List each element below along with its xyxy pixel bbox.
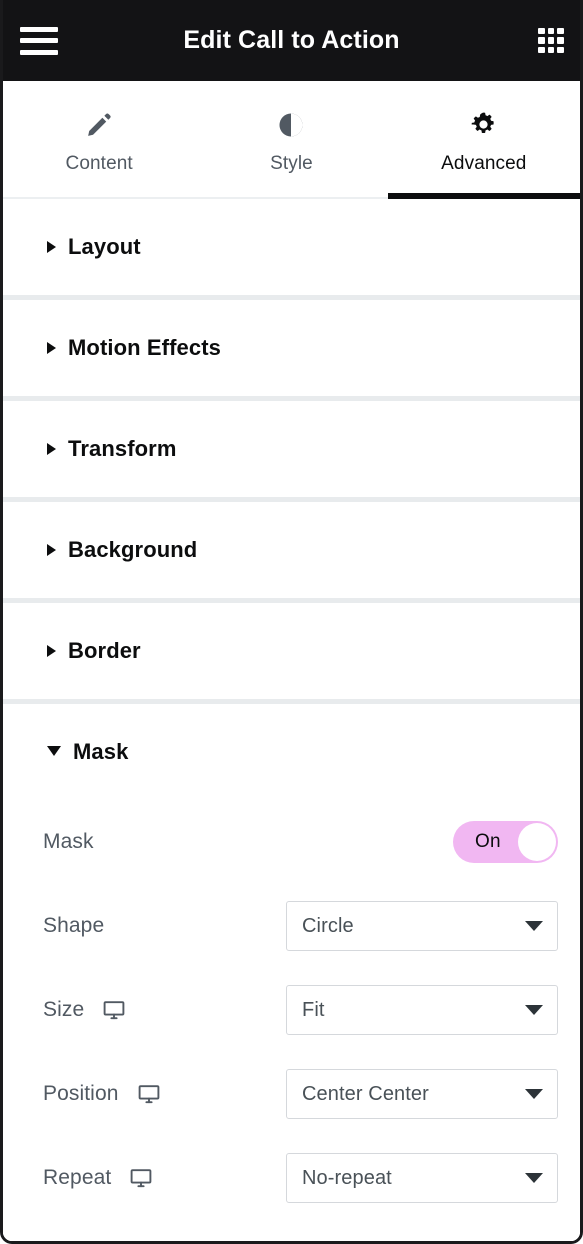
panel-header: Edit Call to Action [3,0,580,81]
control-row-shape: Shape Circle [43,884,558,968]
section-transform-header[interactable]: Transform [3,401,580,497]
size-select-value: Fit [302,998,325,1021]
repeat-select[interactable]: No-repeat [286,1153,558,1203]
switch-knob [518,823,556,861]
section-layout: Layout [3,199,580,300]
shape-select[interactable]: Circle [286,901,558,951]
control-row-size: Size Fit [43,968,558,1052]
position-label: Position [43,1082,119,1105]
control-label-wrap: Size [43,998,286,1022]
chevron-down-icon [525,921,543,931]
control-label-wrap: Shape [43,914,286,938]
shape-label: Shape [43,914,105,937]
chevron-right-icon [47,241,56,253]
desktop-icon[interactable] [102,998,126,1022]
chevron-right-icon [47,443,56,455]
mask-toggle-state: On [475,831,501,852]
section-motion-effects-title: Motion Effects [68,335,221,360]
chevron-right-icon [47,342,56,354]
tab-style[interactable]: Style [195,81,387,197]
gear-icon [469,110,498,140]
control-label-wrap: Position [43,1082,286,1106]
control-label-wrap: Mask [43,830,453,854]
position-select-value: Center Center [302,1082,429,1105]
chevron-down-icon [47,746,61,756]
contrast-icon [276,110,306,140]
desktop-icon[interactable] [137,1082,161,1106]
section-transform: Transform [3,401,580,502]
hamburger-menu-icon[interactable] [20,26,58,55]
panel-body[interactable]: Layout Motion Effects Transform Backgrou… [3,199,580,1241]
section-layout-header[interactable]: Layout [3,199,580,295]
hamburger-bar [20,26,58,32]
size-label: Size [43,998,85,1021]
section-background-title: Background [68,537,198,562]
size-select[interactable]: Fit [286,985,558,1035]
tab-content-label: Content [65,152,133,174]
shape-select-value: Circle [302,914,354,937]
chevron-right-icon [47,645,56,657]
chevron-down-icon [525,1089,543,1099]
section-mask-header[interactable]: Mask [3,704,580,800]
repeat-select-value: No-repeat [302,1166,392,1189]
tab-advanced-label: Advanced [441,152,527,174]
elementor-editor-panel: Edit Call to Action Content Style Advanc… [0,0,583,1244]
section-border-header[interactable]: Border [3,603,580,699]
page-title: Edit Call to Action [183,26,400,54]
grid-apps-icon[interactable] [538,27,564,54]
section-mask: Mask Mask On Shape Circle Size Fit Posit… [3,704,580,1241]
desktop-icon[interactable] [129,1166,153,1190]
control-label-wrap: Repeat [43,1166,286,1190]
section-border-title: Border [68,638,141,663]
mask-toggle-switch[interactable]: On [453,821,558,863]
hamburger-bar [20,38,58,43]
mask-toggle-label: Mask [43,830,94,853]
panel-tabs: Content Style Advanced [3,81,580,199]
pencil-icon [85,110,113,140]
section-background: Background [3,502,580,603]
hamburger-bar [20,49,58,55]
tab-content[interactable]: Content [3,81,195,197]
tab-advanced[interactable]: Advanced [387,81,580,199]
tab-style-label: Style [270,152,313,174]
section-mask-content: Mask On Shape Circle Size Fit Position C… [3,800,580,1241]
chevron-down-icon [525,1173,543,1183]
section-motion-effects-header[interactable]: Motion Effects [3,300,580,396]
section-background-header[interactable]: Background [3,502,580,598]
position-select[interactable]: Center Center [286,1069,558,1119]
chevron-right-icon [47,544,56,556]
section-border: Border [3,603,580,704]
section-motion-effects: Motion Effects [3,300,580,401]
control-row-position: Position Center Center [43,1052,558,1136]
repeat-label: Repeat [43,1166,112,1189]
control-row-mask-toggle: Mask On [43,800,558,884]
chevron-down-icon [525,1005,543,1015]
section-transform-title: Transform [68,436,177,461]
section-mask-title: Mask [73,739,129,764]
section-layout-title: Layout [68,234,141,259]
control-row-repeat: Repeat No-repeat [43,1136,558,1220]
